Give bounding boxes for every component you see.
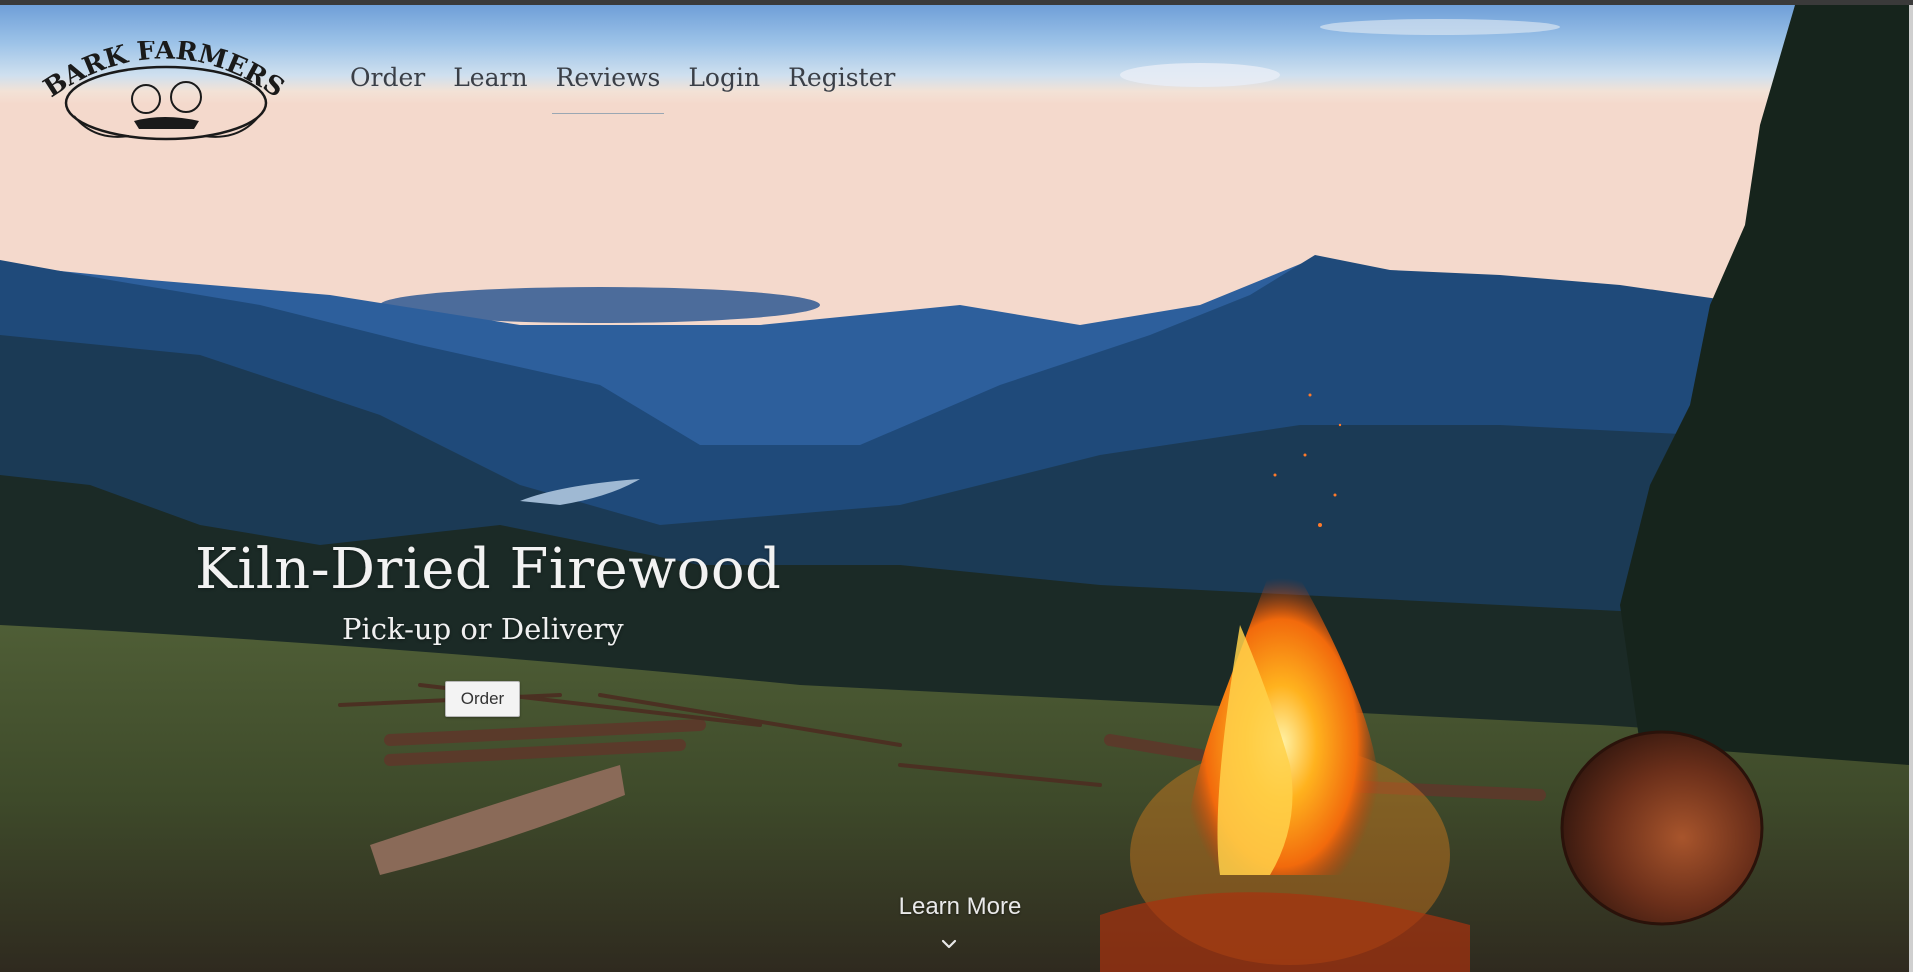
nav-order[interactable]: Order xyxy=(336,57,439,114)
nav-reviews[interactable]: Reviews xyxy=(542,57,675,114)
nav-register[interactable]: Register xyxy=(774,57,909,114)
main-nav: Order Learn Reviews Login Register xyxy=(336,57,909,114)
learn-more-link[interactable]: Learn More xyxy=(868,893,1052,921)
nav-login[interactable]: Login xyxy=(674,57,774,114)
svg-text:BARK FARMERS: BARK FARMERS xyxy=(39,41,290,104)
hero-title: Kiln-Dried Firewood xyxy=(195,537,782,602)
nav-learn[interactable]: Learn xyxy=(439,57,541,114)
hero-section: BARK FARMERS Order Learn Reviews Login R… xyxy=(0,5,1909,972)
chevron-down-icon[interactable] xyxy=(940,937,958,951)
order-button[interactable]: Order xyxy=(445,681,520,717)
page-scrollbar[interactable] xyxy=(1909,5,1913,972)
hero-subtitle: Pick-up or Delivery xyxy=(342,612,624,646)
bark-farmers-logo[interactable]: BARK FARMERS xyxy=(34,41,294,151)
